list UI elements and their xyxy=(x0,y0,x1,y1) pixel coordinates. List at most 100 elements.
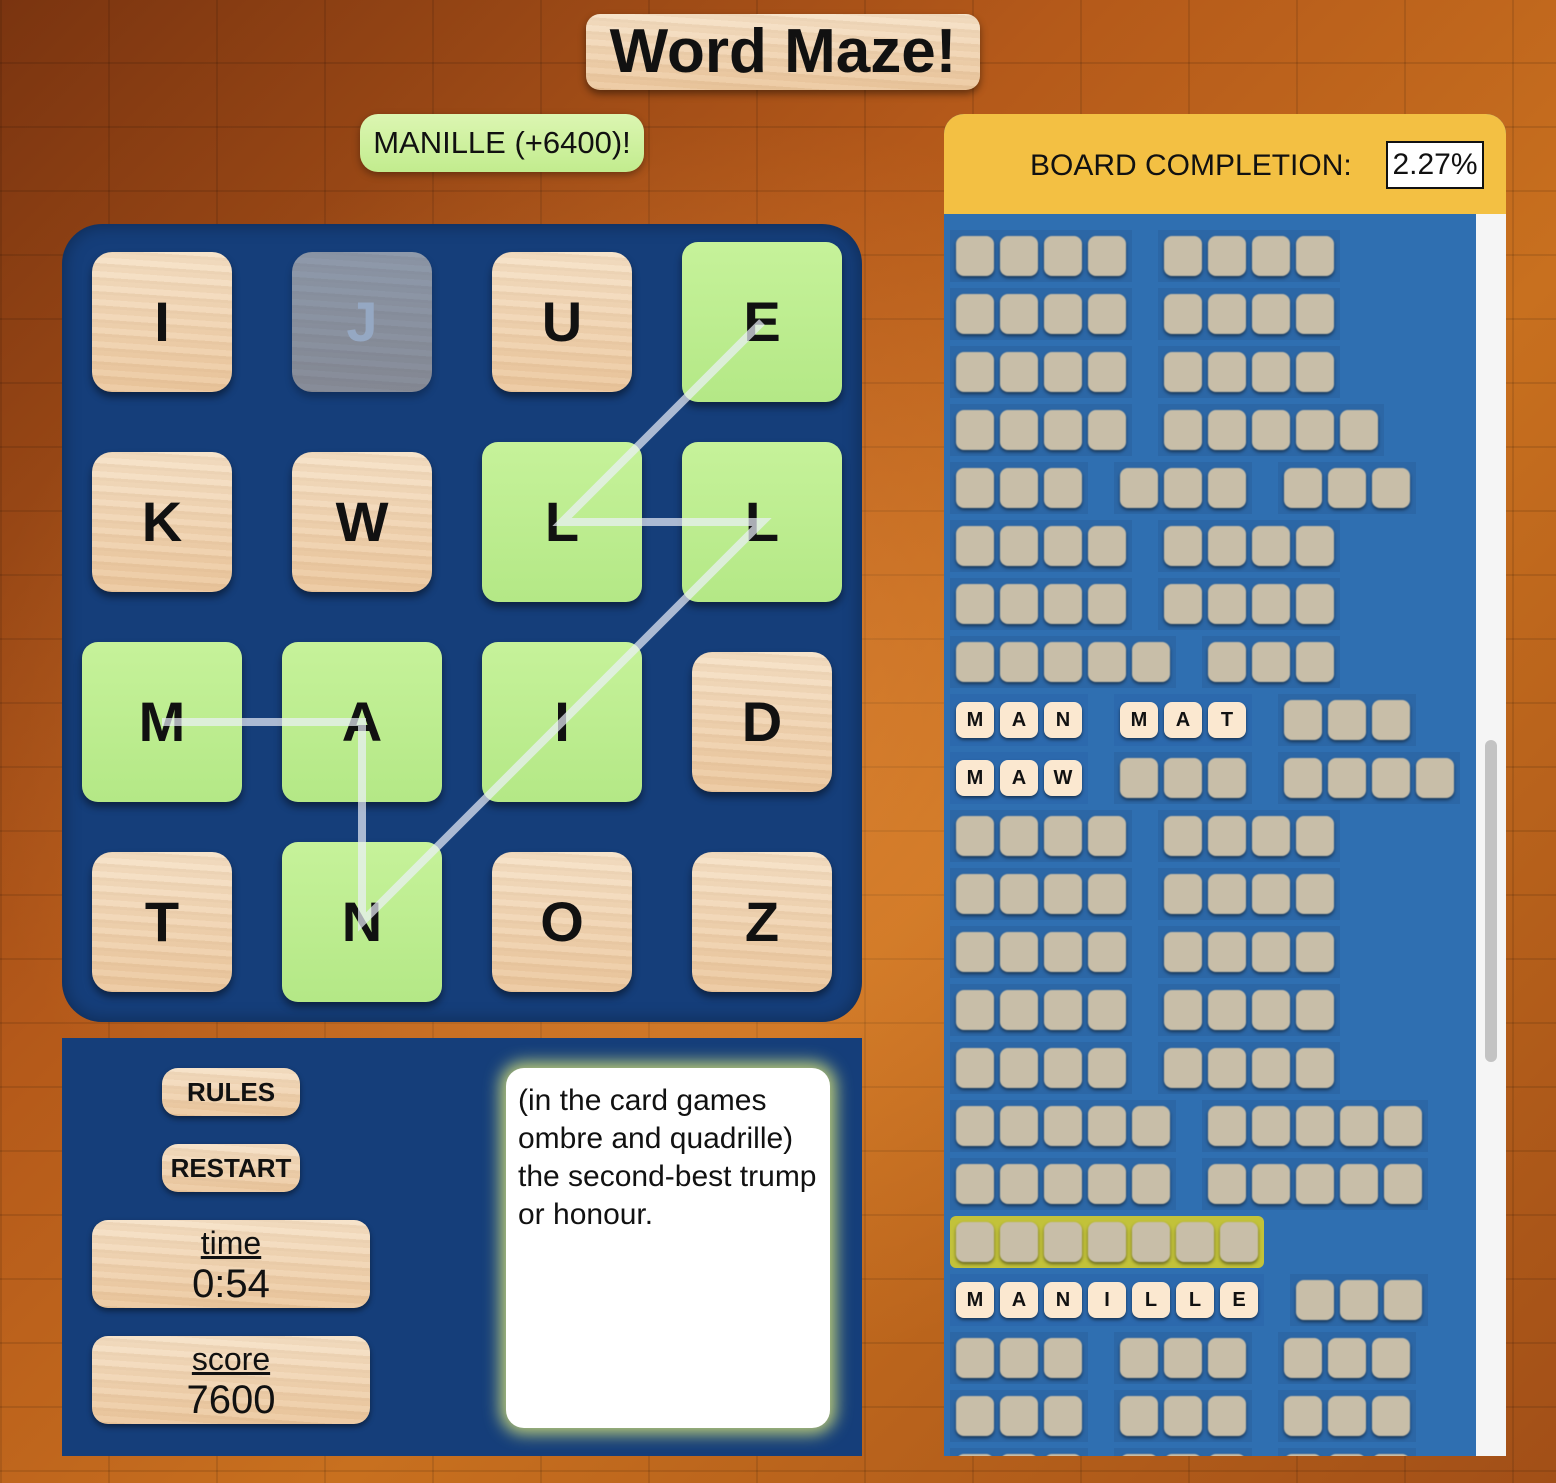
hidden-word[interactable] xyxy=(1158,520,1340,572)
hidden-letter-slot xyxy=(1384,1164,1422,1204)
hidden-word[interactable] xyxy=(1114,1390,1252,1442)
hidden-letter-slot xyxy=(956,990,994,1030)
found-word[interactable]: MAW xyxy=(950,752,1088,804)
hidden-word[interactable] xyxy=(1158,868,1340,920)
hidden-word[interactable] xyxy=(1114,1448,1252,1456)
hidden-letter-slot xyxy=(1088,874,1126,914)
hidden-letter-slot xyxy=(1000,468,1038,508)
hidden-letter-slot xyxy=(1296,642,1334,682)
hidden-word[interactable] xyxy=(1278,694,1416,746)
hidden-letter-slot xyxy=(1088,584,1126,624)
hidden-word[interactable] xyxy=(1158,810,1340,862)
hidden-word[interactable] xyxy=(950,1448,1088,1456)
hidden-word[interactable] xyxy=(1278,1390,1416,1442)
hidden-word[interactable] xyxy=(950,984,1132,1036)
hidden-letter-slot xyxy=(956,1396,994,1436)
hidden-letter-slot xyxy=(1252,874,1290,914)
letter-tile[interactable]: E xyxy=(682,242,842,402)
hidden-word[interactable] xyxy=(950,230,1132,282)
hidden-letter-slot xyxy=(1296,874,1334,914)
letter-tile[interactable]: L xyxy=(482,442,642,602)
hidden-word[interactable] xyxy=(950,1332,1088,1384)
hidden-letter-slot xyxy=(1372,700,1410,740)
hidden-letter-slot xyxy=(956,874,994,914)
hidden-word[interactable] xyxy=(1278,1448,1416,1456)
letter-tile[interactable]: U xyxy=(492,252,632,392)
hidden-word[interactable] xyxy=(950,1216,1264,1268)
found-word[interactable]: MANILLE xyxy=(950,1274,1264,1326)
hidden-word[interactable] xyxy=(1278,752,1460,804)
letter-tile[interactable]: N xyxy=(282,842,442,1002)
hidden-letter-slot xyxy=(1252,236,1290,276)
hidden-word[interactable] xyxy=(950,1042,1132,1094)
letter-tile[interactable]: Z xyxy=(692,852,832,992)
letter-tile[interactable]: M xyxy=(82,642,242,802)
word-row xyxy=(944,1448,1476,1456)
hidden-word[interactable] xyxy=(950,1390,1088,1442)
completion-header: BOARD COMPLETION: 2.27% xyxy=(944,114,1506,214)
hidden-word[interactable] xyxy=(1158,578,1340,630)
restart-button[interactable]: RESTART xyxy=(162,1144,300,1192)
hidden-word[interactable] xyxy=(1158,288,1340,340)
hidden-word[interactable] xyxy=(950,810,1132,862)
hidden-word[interactable] xyxy=(1202,1158,1428,1210)
hidden-word[interactable] xyxy=(1158,926,1340,978)
letter-tile[interactable]: I xyxy=(92,252,232,392)
letter-tile[interactable]: T xyxy=(92,852,232,992)
word-row xyxy=(944,1100,1476,1158)
scrollbar-thumb[interactable] xyxy=(1485,740,1497,1062)
hidden-letter-slot xyxy=(1208,1338,1246,1378)
hidden-word[interactable] xyxy=(1290,1274,1428,1326)
found-word[interactable]: MAN xyxy=(950,694,1088,746)
hidden-word[interactable] xyxy=(950,578,1132,630)
letter-tile[interactable]: J xyxy=(292,252,432,392)
letter-tile[interactable]: K xyxy=(92,452,232,592)
hidden-word[interactable] xyxy=(950,462,1088,514)
hidden-word[interactable] xyxy=(1158,346,1340,398)
hidden-word[interactable] xyxy=(1202,636,1340,688)
hidden-word[interactable] xyxy=(1278,462,1416,514)
word-row xyxy=(944,636,1476,694)
rules-button[interactable]: RULES xyxy=(162,1068,300,1116)
hidden-letter-slot xyxy=(1372,758,1410,798)
hidden-word[interactable] xyxy=(950,1158,1176,1210)
hidden-word[interactable] xyxy=(1114,1332,1252,1384)
hidden-word[interactable] xyxy=(1202,1100,1428,1152)
letter-tile[interactable]: I xyxy=(482,642,642,802)
letter-tile[interactable]: L xyxy=(682,442,842,602)
hidden-letter-slot xyxy=(1000,1164,1038,1204)
word-row xyxy=(944,1158,1476,1216)
letter-tile[interactable]: W xyxy=(292,452,432,592)
hidden-word[interactable] xyxy=(1158,404,1384,456)
hidden-word[interactable] xyxy=(950,346,1132,398)
hidden-word[interactable] xyxy=(950,926,1132,978)
hidden-word[interactable] xyxy=(1278,1332,1416,1384)
time-label: time xyxy=(200,1225,262,1261)
found-word[interactable]: MAT xyxy=(1114,694,1252,746)
hidden-letter-slot xyxy=(1132,642,1170,682)
hidden-letter-slot xyxy=(1044,584,1082,624)
hidden-word[interactable] xyxy=(950,1100,1176,1152)
letter-tile[interactable]: O xyxy=(492,852,632,992)
word-letter: A xyxy=(1164,702,1202,738)
word-row xyxy=(944,520,1476,578)
hidden-word[interactable] xyxy=(1114,752,1252,804)
hidden-word[interactable] xyxy=(950,404,1132,456)
hidden-letter-slot xyxy=(1132,1222,1170,1262)
hidden-letter-slot xyxy=(1088,526,1126,566)
hidden-word[interactable] xyxy=(1158,984,1340,1036)
hidden-word[interactable] xyxy=(1114,462,1252,514)
hidden-letter-slot xyxy=(1088,294,1126,334)
hidden-letter-slot xyxy=(1208,1048,1246,1088)
hidden-word[interactable] xyxy=(950,288,1132,340)
hidden-word[interactable] xyxy=(950,636,1176,688)
scrollbar-track[interactable] xyxy=(1476,214,1506,1456)
hidden-word[interactable] xyxy=(950,520,1132,572)
hidden-word[interactable] xyxy=(1158,1042,1340,1094)
hidden-word[interactable] xyxy=(1158,230,1340,282)
hidden-word[interactable] xyxy=(950,868,1132,920)
word-row xyxy=(944,578,1476,636)
hidden-letter-slot xyxy=(1208,584,1246,624)
letter-tile[interactable]: D xyxy=(692,652,832,792)
letter-tile[interactable]: A xyxy=(282,642,442,802)
